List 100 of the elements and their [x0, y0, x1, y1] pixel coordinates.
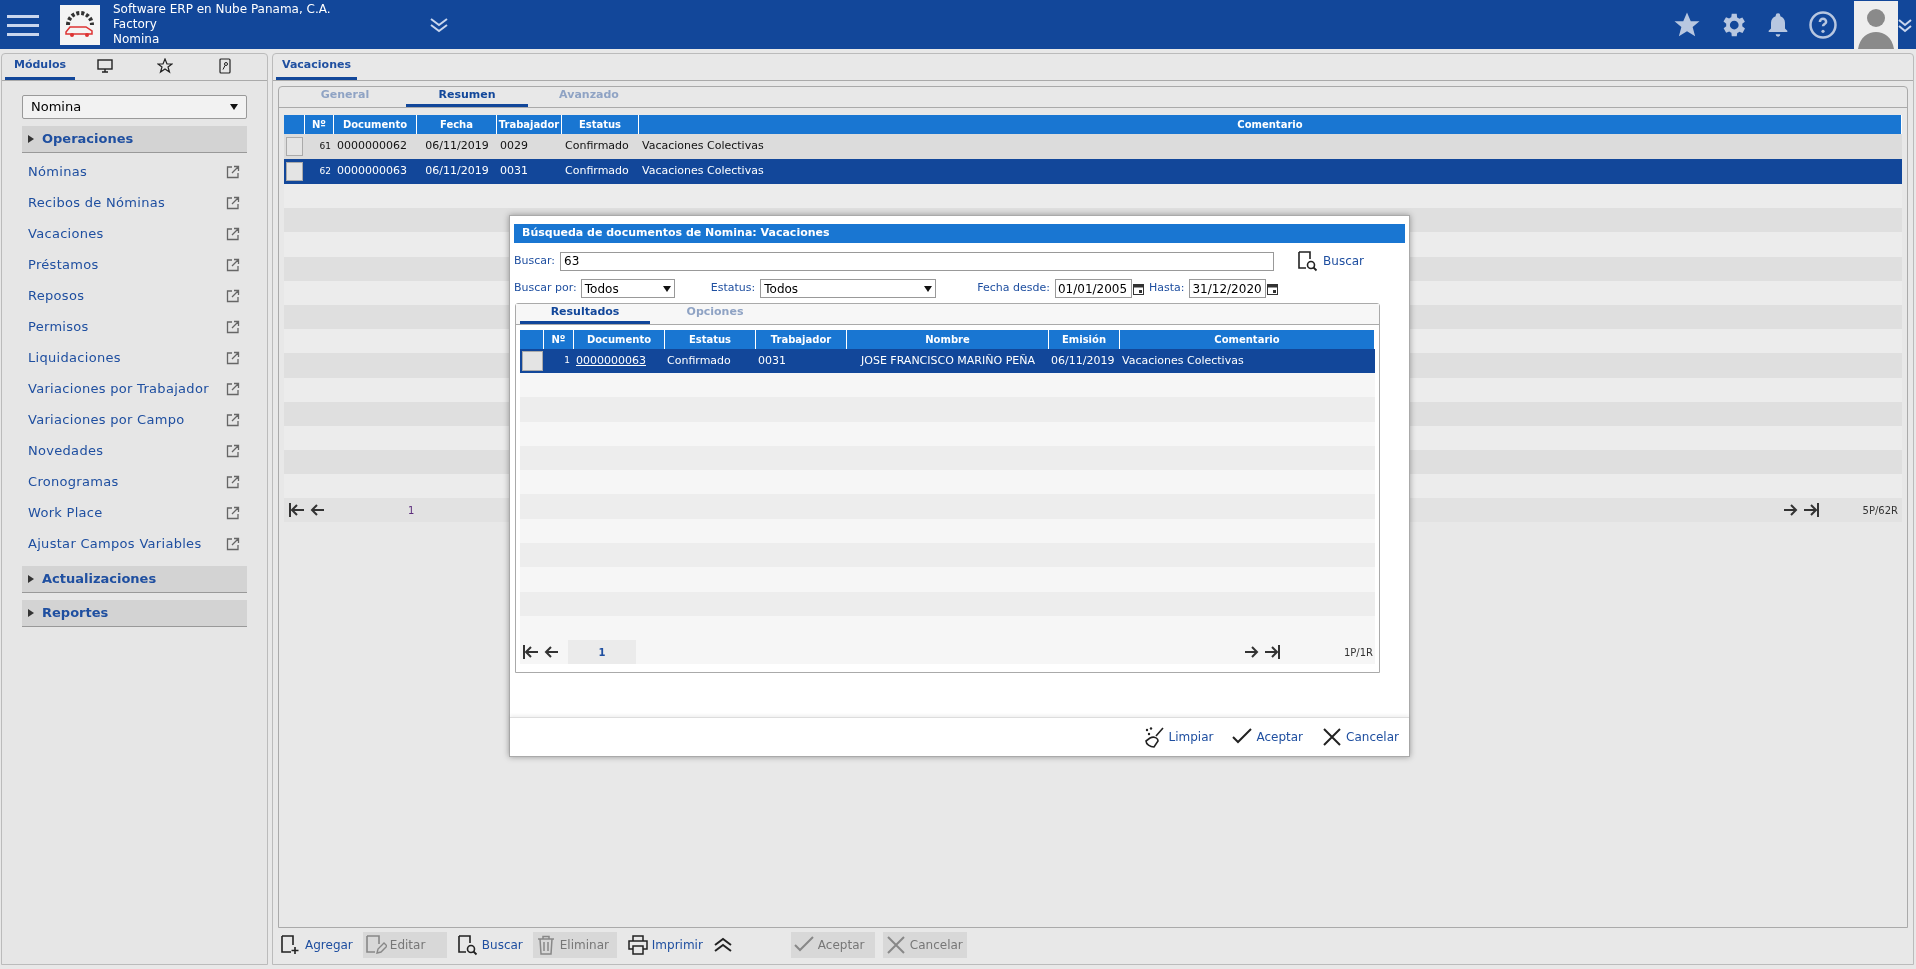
document-link[interactable]: 0000000063 [574, 352, 665, 370]
menu-item[interactable]: Nóminas [28, 161, 88, 182]
external-link-icon[interactable] [226, 195, 240, 210]
table-cell-text: Confirmado [666, 352, 732, 369]
table-cell-text: 06/11/2019 [424, 138, 490, 155]
external-link-icon[interactable] [226, 381, 240, 396]
clear-button[interactable]: Limpiar [1143, 726, 1214, 748]
chevrons-down-icon[interactable] [429, 16, 449, 33]
field-label: Buscar por: [514, 280, 577, 297]
document-icon [217, 57, 233, 74]
cancel-button[interactable]: Cancelar [1321, 726, 1399, 748]
calendar-icon[interactable] [1267, 282, 1279, 295]
section-header[interactable]: Operaciones [22, 126, 247, 153]
table-cell-text: Vacaciones Colectivas [1121, 352, 1245, 369]
external-link-icon[interactable] [226, 319, 240, 334]
table-cell-text: Confirmado [564, 163, 630, 180]
first-page-icon[interactable] [288, 502, 306, 519]
toolbar-button[interactable]: Imprimir [624, 932, 705, 958]
subtab[interactable]: Resumen [406, 87, 528, 107]
menu-item[interactable]: Recibos de Nóminas [28, 192, 166, 213]
broom-icon [1143, 726, 1166, 748]
dropdown-arrow-icon [662, 285, 671, 292]
section-header[interactable]: Reportes [22, 600, 247, 627]
monitor-icon [97, 57, 113, 74]
search-document-icon [1297, 250, 1320, 272]
avatar-silhouette[interactable] [1854, 0, 1898, 49]
table-cell-text: Vacaciones Colectivas [641, 163, 765, 180]
external-link-icon[interactable] [226, 536, 240, 551]
table-cell-text: Vacaciones Colectivas [641, 138, 765, 155]
caret-icon [28, 609, 34, 617]
menu-item[interactable]: Cronogramas [28, 471, 119, 492]
page-number: 1 [568, 640, 636, 665]
external-link-icon[interactable] [226, 474, 240, 489]
page-number: 1 [408, 503, 415, 518]
calendar-icon[interactable] [1132, 282, 1144, 295]
external-link-icon[interactable] [226, 443, 240, 458]
row-checkbox[interactable] [521, 351, 543, 371]
results-tab[interactable]: Resultados [520, 304, 650, 324]
search-field[interactable]: 63 [560, 251, 1275, 271]
caret-icon [28, 575, 34, 583]
table-cell-text: 0000000063 [336, 163, 408, 180]
table-cell-text: 0031 [757, 352, 787, 369]
first-page-icon[interactable] [522, 644, 540, 661]
gear-car-logo[interactable] [60, 4, 100, 45]
last-page-icon[interactable] [1801, 502, 1820, 519]
dialog-title: Búsqueda de documentos de Nomina: Vacaciones [514, 224, 1405, 243]
help-icon[interactable] [1808, 9, 1838, 40]
menu-item[interactable]: Variaciones por Trabajador [28, 378, 209, 399]
menu-item[interactable]: Ajustar Campos Variables [28, 533, 202, 554]
menu-item[interactable]: Variaciones por Campo [28, 409, 185, 430]
dropdown-arrow-icon [230, 104, 238, 110]
row-checkbox[interactable] [286, 137, 303, 156]
row-checkbox[interactable] [286, 162, 303, 181]
table-cell-text: 06/11/2019 [424, 163, 490, 180]
menu-item[interactable]: Permisos [28, 316, 89, 337]
table-cell-text: JOSE FRANCISCO MARIÑO PEÑA [859, 352, 1036, 369]
field-label: Buscar: [514, 252, 556, 269]
star-icon [157, 57, 173, 74]
accept-button[interactable]: Aceptar [1231, 726, 1304, 748]
table-row[interactable]: 61 0000000062 06/11/2019 0029 Confirmado Vacaciones Colectivas [284, 134, 1902, 159]
menu-item[interactable]: Work Place [28, 502, 103, 523]
search-document-icon [456, 934, 479, 956]
menu-item[interactable]: Vacaciones [28, 223, 104, 244]
external-link-icon[interactable] [226, 257, 240, 272]
chevrons-down-icon[interactable] [1898, 16, 1912, 33]
external-link-icon[interactable] [226, 350, 240, 365]
menu-item[interactable]: Novedades [28, 440, 104, 461]
caret-icon [28, 135, 34, 143]
date-field[interactable]: 31/12/2020 [1189, 279, 1267, 298]
external-link-icon[interactable] [226, 505, 240, 520]
section-header[interactable]: Actualizaciones [22, 566, 247, 593]
table-row[interactable]: 62 0000000063 06/11/2019 0031 Confirmado Vacaciones Colectivas [284, 159, 1902, 184]
dropdown[interactable]: Todos [760, 279, 937, 298]
table-cell-text: 0000000062 [336, 138, 408, 155]
table-cell-text: 1 [563, 354, 571, 368]
external-link-icon[interactable] [226, 226, 240, 241]
modules-tab[interactable]: Módulos [5, 54, 75, 80]
toolbar-button[interactable]: Agregar [278, 932, 355, 958]
field-label: Estatus: [710, 280, 756, 297]
search-button[interactable]: Buscar [1297, 250, 1365, 272]
external-link-icon[interactable] [226, 288, 240, 303]
printer-icon [626, 934, 649, 956]
table-row[interactable]: 1 0000000063 Confirmado 0031 JOSE FRANCISCO MARIÑO PEÑA 06/11/2019 Vacaciones Colectivas [520, 349, 1375, 373]
menu-item[interactable]: Liquidaciones [28, 347, 121, 368]
pager-summary: 5P/62R [1862, 503, 1898, 518]
table-cell-text: 62 [318, 164, 332, 178]
dropdown[interactable]: Todos [580, 279, 675, 298]
module-name: Nomina [113, 32, 161, 47]
pager-summary: 1P/1R [1343, 645, 1373, 660]
toolbar-button[interactable]: Buscar [454, 932, 525, 958]
menu-icon[interactable] [7, 12, 39, 37]
module-select[interactable]: Nomina [22, 95, 247, 119]
document-tab[interactable]: Vacaciones [276, 54, 357, 80]
date-field[interactable]: 01/01/2005 [1054, 279, 1132, 298]
last-page-icon[interactable] [1262, 644, 1281, 661]
external-link-icon[interactable] [226, 164, 240, 179]
external-link-icon[interactable] [226, 412, 240, 427]
menu-item[interactable]: Préstamos [28, 254, 99, 275]
menu-item[interactable]: Reposos [28, 285, 85, 306]
chevrons-up-icon[interactable] [712, 937, 733, 953]
